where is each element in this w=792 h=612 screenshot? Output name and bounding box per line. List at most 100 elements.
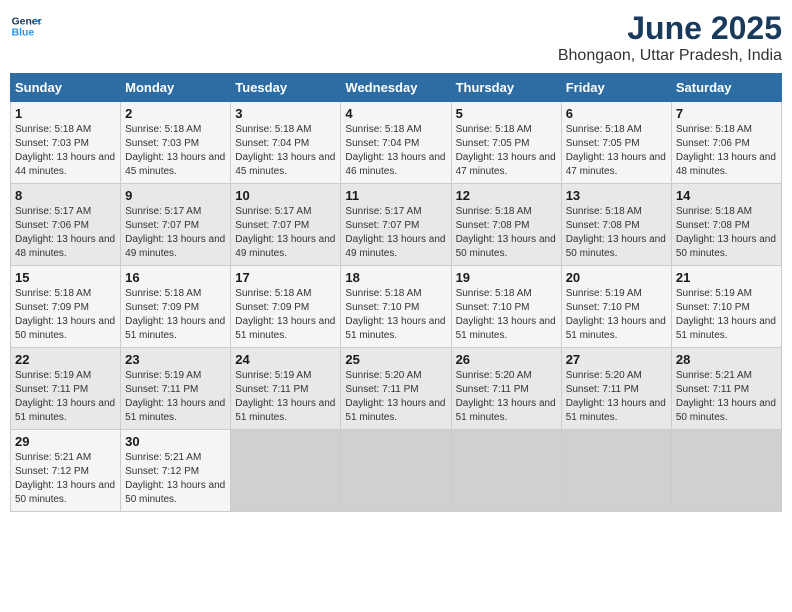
day-number: 26 xyxy=(456,352,557,367)
day-number: 22 xyxy=(15,352,116,367)
calendar-week-4: 22 Sunrise: 5:19 AMSunset: 7:11 PMDaylig… xyxy=(11,348,782,430)
day-number: 16 xyxy=(125,270,226,285)
day-info: Sunrise: 5:18 AMSunset: 7:08 PMDaylight:… xyxy=(566,206,666,259)
day-number: 23 xyxy=(125,352,226,367)
day-number: 1 xyxy=(15,106,116,121)
day-info: Sunrise: 5:17 AMSunset: 7:07 PMDaylight:… xyxy=(345,206,445,259)
calendar-cell: 13 Sunrise: 5:18 AMSunset: 7:08 PMDaylig… xyxy=(561,184,671,266)
calendar-cell: 2 Sunrise: 5:18 AMSunset: 7:03 PMDayligh… xyxy=(121,102,231,184)
header-monday: Monday xyxy=(121,74,231,102)
day-number: 11 xyxy=(345,188,446,203)
page-header: General Blue June 2025 Bhongaon, Uttar P… xyxy=(10,10,782,65)
day-info: Sunrise: 5:18 AMSunset: 7:09 PMDaylight:… xyxy=(235,288,335,341)
calendar-cell: 11 Sunrise: 5:17 AMSunset: 7:07 PMDaylig… xyxy=(341,184,451,266)
calendar-cell: 9 Sunrise: 5:17 AMSunset: 7:07 PMDayligh… xyxy=(121,184,231,266)
calendar-cell: 17 Sunrise: 5:18 AMSunset: 7:09 PMDaylig… xyxy=(231,266,341,348)
calendar-cell xyxy=(671,430,781,512)
calendar-cell xyxy=(231,430,341,512)
day-number: 2 xyxy=(125,106,226,121)
day-info: Sunrise: 5:20 AMSunset: 7:11 PMDaylight:… xyxy=(566,370,666,423)
day-info: Sunrise: 5:19 AMSunset: 7:11 PMDaylight:… xyxy=(235,370,335,423)
day-number: 14 xyxy=(676,188,777,203)
day-number: 30 xyxy=(125,434,226,449)
calendar-cell: 27 Sunrise: 5:20 AMSunset: 7:11 PMDaylig… xyxy=(561,348,671,430)
calendar-week-2: 8 Sunrise: 5:17 AMSunset: 7:06 PMDayligh… xyxy=(11,184,782,266)
day-number: 12 xyxy=(456,188,557,203)
logo: General Blue xyxy=(10,10,42,42)
calendar-cell: 29 Sunrise: 5:21 AMSunset: 7:12 PMDaylig… xyxy=(11,430,121,512)
calendar-title: June 2025 xyxy=(558,10,782,47)
day-info: Sunrise: 5:18 AMSunset: 7:04 PMDaylight:… xyxy=(235,124,335,177)
day-info: Sunrise: 5:17 AMSunset: 7:07 PMDaylight:… xyxy=(235,206,335,259)
day-info: Sunrise: 5:18 AMSunset: 7:06 PMDaylight:… xyxy=(676,124,776,177)
calendar-cell: 1 Sunrise: 5:18 AMSunset: 7:03 PMDayligh… xyxy=(11,102,121,184)
calendar-table: Sunday Monday Tuesday Wednesday Thursday… xyxy=(10,73,782,512)
day-number: 4 xyxy=(345,106,446,121)
title-section: June 2025 Bhongaon, Uttar Pradesh, India xyxy=(558,10,782,65)
calendar-week-5: 29 Sunrise: 5:21 AMSunset: 7:12 PMDaylig… xyxy=(11,430,782,512)
calendar-cell: 19 Sunrise: 5:18 AMSunset: 7:10 PMDaylig… xyxy=(451,266,561,348)
day-info: Sunrise: 5:19 AMSunset: 7:11 PMDaylight:… xyxy=(15,370,115,423)
day-number: 29 xyxy=(15,434,116,449)
calendar-cell: 22 Sunrise: 5:19 AMSunset: 7:11 PMDaylig… xyxy=(11,348,121,430)
day-number: 25 xyxy=(345,352,446,367)
header-wednesday: Wednesday xyxy=(341,74,451,102)
day-info: Sunrise: 5:20 AMSunset: 7:11 PMDaylight:… xyxy=(345,370,445,423)
header-friday: Friday xyxy=(561,74,671,102)
calendar-cell: 5 Sunrise: 5:18 AMSunset: 7:05 PMDayligh… xyxy=(451,102,561,184)
header-saturday: Saturday xyxy=(671,74,781,102)
calendar-cell: 14 Sunrise: 5:18 AMSunset: 7:08 PMDaylig… xyxy=(671,184,781,266)
day-number: 20 xyxy=(566,270,667,285)
day-number: 7 xyxy=(676,106,777,121)
day-number: 28 xyxy=(676,352,777,367)
header-tuesday: Tuesday xyxy=(231,74,341,102)
day-info: Sunrise: 5:18 AMSunset: 7:09 PMDaylight:… xyxy=(125,288,225,341)
calendar-cell: 4 Sunrise: 5:18 AMSunset: 7:04 PMDayligh… xyxy=(341,102,451,184)
day-info: Sunrise: 5:18 AMSunset: 7:10 PMDaylight:… xyxy=(456,288,556,341)
header-thursday: Thursday xyxy=(451,74,561,102)
day-info: Sunrise: 5:19 AMSunset: 7:10 PMDaylight:… xyxy=(566,288,666,341)
calendar-cell: 26 Sunrise: 5:20 AMSunset: 7:11 PMDaylig… xyxy=(451,348,561,430)
logo-icon: General Blue xyxy=(10,10,42,42)
day-number: 5 xyxy=(456,106,557,121)
calendar-cell: 23 Sunrise: 5:19 AMSunset: 7:11 PMDaylig… xyxy=(121,348,231,430)
header-row: Sunday Monday Tuesday Wednesday Thursday… xyxy=(11,74,782,102)
day-number: 8 xyxy=(15,188,116,203)
calendar-cell: 12 Sunrise: 5:18 AMSunset: 7:08 PMDaylig… xyxy=(451,184,561,266)
day-number: 6 xyxy=(566,106,667,121)
calendar-cell: 7 Sunrise: 5:18 AMSunset: 7:06 PMDayligh… xyxy=(671,102,781,184)
day-number: 9 xyxy=(125,188,226,203)
calendar-cell: 18 Sunrise: 5:18 AMSunset: 7:10 PMDaylig… xyxy=(341,266,451,348)
day-info: Sunrise: 5:18 AMSunset: 7:03 PMDaylight:… xyxy=(15,124,115,177)
calendar-cell xyxy=(451,430,561,512)
day-info: Sunrise: 5:17 AMSunset: 7:06 PMDaylight:… xyxy=(15,206,115,259)
day-info: Sunrise: 5:20 AMSunset: 7:11 PMDaylight:… xyxy=(456,370,556,423)
calendar-cell: 20 Sunrise: 5:19 AMSunset: 7:10 PMDaylig… xyxy=(561,266,671,348)
day-number: 27 xyxy=(566,352,667,367)
calendar-cell: 28 Sunrise: 5:21 AMSunset: 7:11 PMDaylig… xyxy=(671,348,781,430)
day-number: 18 xyxy=(345,270,446,285)
day-number: 19 xyxy=(456,270,557,285)
calendar-cell xyxy=(561,430,671,512)
calendar-cell: 15 Sunrise: 5:18 AMSunset: 7:09 PMDaylig… xyxy=(11,266,121,348)
header-sunday: Sunday xyxy=(11,74,121,102)
day-number: 3 xyxy=(235,106,336,121)
calendar-cell: 16 Sunrise: 5:18 AMSunset: 7:09 PMDaylig… xyxy=(121,266,231,348)
day-info: Sunrise: 5:19 AMSunset: 7:11 PMDaylight:… xyxy=(125,370,225,423)
day-info: Sunrise: 5:17 AMSunset: 7:07 PMDaylight:… xyxy=(125,206,225,259)
day-info: Sunrise: 5:21 AMSunset: 7:11 PMDaylight:… xyxy=(676,370,776,423)
day-info: Sunrise: 5:18 AMSunset: 7:03 PMDaylight:… xyxy=(125,124,225,177)
calendar-cell: 6 Sunrise: 5:18 AMSunset: 7:05 PMDayligh… xyxy=(561,102,671,184)
day-info: Sunrise: 5:19 AMSunset: 7:10 PMDaylight:… xyxy=(676,288,776,341)
day-info: Sunrise: 5:18 AMSunset: 7:04 PMDaylight:… xyxy=(345,124,445,177)
calendar-cell: 24 Sunrise: 5:19 AMSunset: 7:11 PMDaylig… xyxy=(231,348,341,430)
day-info: Sunrise: 5:18 AMSunset: 7:05 PMDaylight:… xyxy=(566,124,666,177)
calendar-cell xyxy=(341,430,451,512)
calendar-cell: 10 Sunrise: 5:17 AMSunset: 7:07 PMDaylig… xyxy=(231,184,341,266)
calendar-week-3: 15 Sunrise: 5:18 AMSunset: 7:09 PMDaylig… xyxy=(11,266,782,348)
day-info: Sunrise: 5:21 AMSunset: 7:12 PMDaylight:… xyxy=(15,452,115,505)
day-number: 21 xyxy=(676,270,777,285)
day-info: Sunrise: 5:18 AMSunset: 7:09 PMDaylight:… xyxy=(15,288,115,341)
calendar-subtitle: Bhongaon, Uttar Pradesh, India xyxy=(558,47,782,65)
day-info: Sunrise: 5:18 AMSunset: 7:08 PMDaylight:… xyxy=(456,206,556,259)
